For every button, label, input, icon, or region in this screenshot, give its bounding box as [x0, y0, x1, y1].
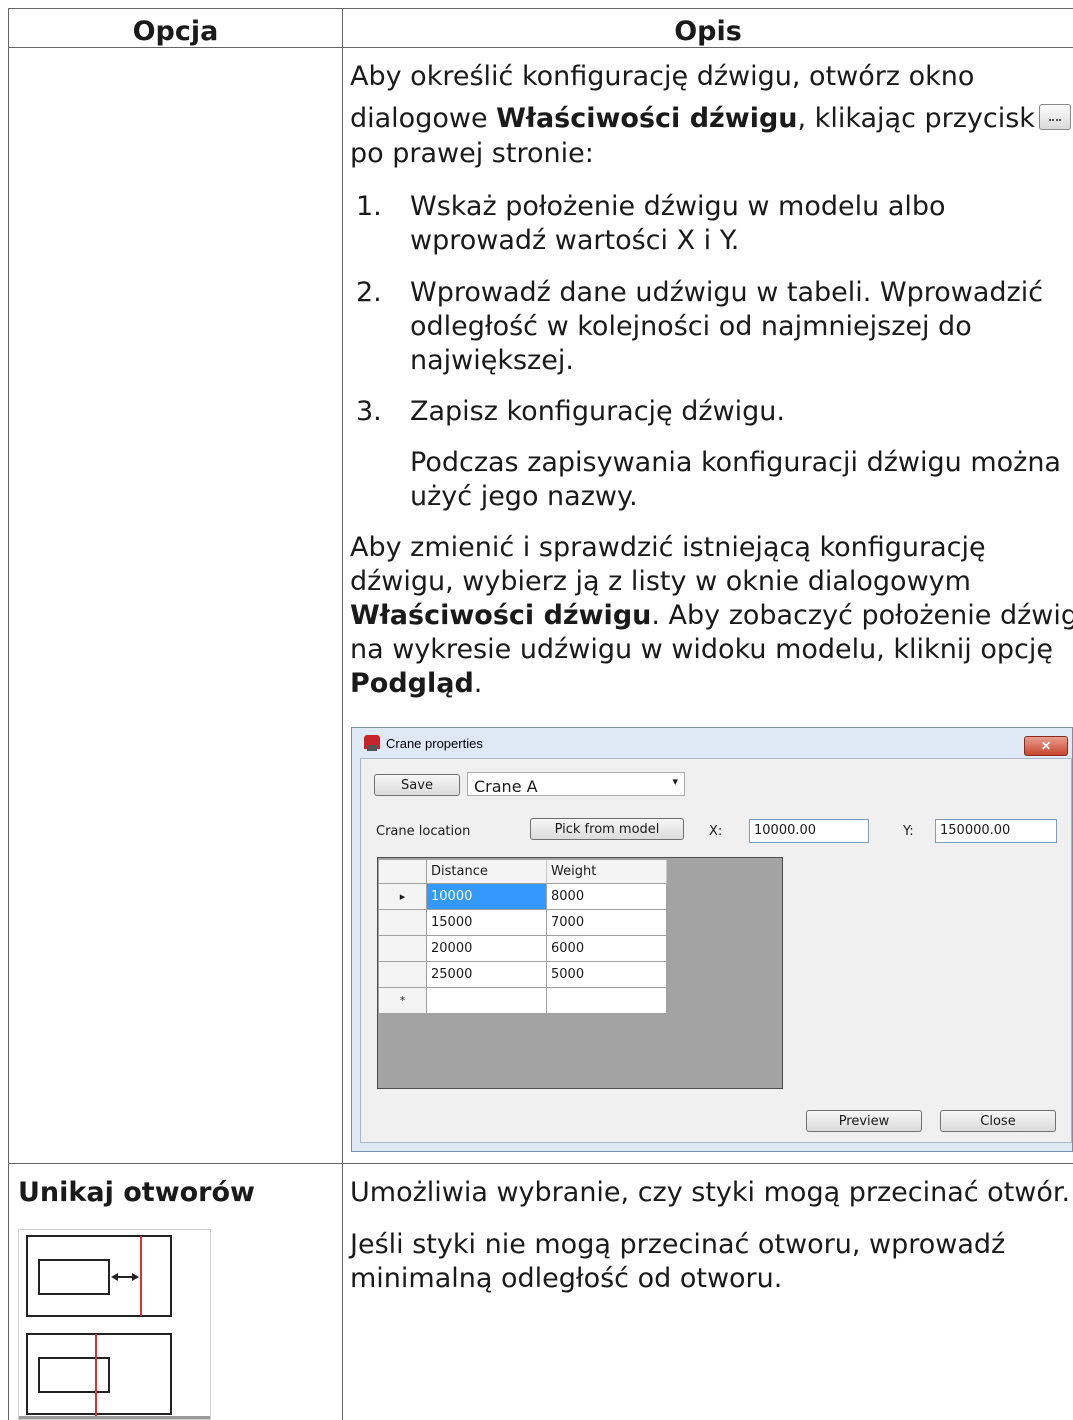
grid-cell[interactable]: 20000 [427, 936, 547, 962]
para2-line-2: dźwigu, wybierz ją z listy w oknie dialo… [350, 566, 971, 597]
grid-cell-new[interactable] [547, 988, 667, 1014]
grid-cell[interactable]: 8000 [547, 884, 667, 910]
crane-select[interactable]: Crane A ▾ [467, 772, 685, 796]
desc-line-2: Jeśli styki nie mogą przecinać otworu, w… [350, 1229, 1006, 1260]
current-row-indicator-icon[interactable]: ▸ [379, 884, 427, 910]
para2-line-5: Podgląd. [350, 668, 483, 699]
step-3-line-1: Zapisz konfigurację dźwigu. [410, 396, 785, 427]
step-number: 2. [356, 277, 382, 308]
option-avoid-holes: Unikaj otworów [18, 1177, 255, 1208]
grid-cell[interactable]: 7000 [547, 910, 667, 936]
grid-header-weight[interactable]: Weight [547, 860, 667, 884]
step-3-note-line-2: użyć jego nazwy. [410, 481, 638, 512]
crane-select-value: Crane A [474, 777, 538, 796]
row-header[interactable] [379, 936, 427, 962]
para2-line-3: Właściwości dźwigu. Aby zobaczyć położen… [350, 600, 1073, 631]
y-label: Y: [903, 824, 914, 839]
desc-line-3: minimalną odległość od otworu. [350, 1263, 783, 1294]
ellipsis-button-icon [1038, 104, 1071, 130]
new-row-icon[interactable]: * [379, 988, 427, 1014]
hole-outline-2 [38, 1357, 110, 1393]
dialog-name-bold: Właściwości dźwigu [496, 103, 798, 134]
options-table: Opcja Opis Aby określić konfigurację dźw… [0, 0, 1073, 1420]
x-label: X: [709, 824, 723, 839]
save-button[interactable]: Save [374, 774, 460, 796]
table-header-divider [8, 47, 1073, 48]
grid-cell[interactable]: 6000 [547, 936, 667, 962]
table-border-left [8, 8, 9, 1420]
intro-line-1: Aby określić konfigurację dźwigu, otwórz… [350, 61, 975, 92]
step-3-note-line-1: Podczas zapisywania konfiguracji dźwigu … [410, 447, 1061, 478]
crane-app-icon [364, 735, 380, 751]
hole-outline [38, 1259, 110, 1295]
step-2-line-2: odległość w kolejności od najmniejszej d… [410, 311, 972, 342]
step-number: 1. [356, 191, 382, 222]
intro-line-2: dialogowe Właściwości dźwigu, klikając p… [350, 101, 1071, 137]
preview-button[interactable]: Preview [806, 1110, 922, 1132]
grid-cell[interactable]: 10000 [427, 884, 547, 910]
row-header[interactable] [379, 910, 427, 936]
header-description: Opis [674, 16, 742, 47]
step-number: 3. [356, 396, 382, 427]
grid-cell[interactable]: 25000 [427, 962, 547, 988]
close-button[interactable]: Close [940, 1110, 1056, 1132]
header-option: Opcja [132, 16, 219, 47]
para2-line-4: na wykresie udźwigu w widoku modelu, kli… [350, 634, 1054, 665]
crane-location-label: Crane location [376, 824, 471, 839]
intro-line-3: po prawej stronie: [350, 138, 594, 169]
chevron-down-icon: ▾ [672, 775, 678, 788]
table-row-divider [8, 1163, 1073, 1164]
row-header[interactable] [379, 962, 427, 988]
step-1-line-2: wprowadź wartości X i Y. [410, 225, 740, 256]
grid-cell[interactable]: 5000 [547, 962, 667, 988]
pick-from-model-button[interactable]: Pick from model [530, 818, 684, 840]
close-icon[interactable]: ✕ [1024, 736, 1068, 756]
y-coordinate-input[interactable]: 150000.00 [935, 819, 1057, 843]
x-coordinate-input[interactable]: 10000.00 [749, 819, 869, 843]
grid-cell-new[interactable] [427, 988, 547, 1014]
grid-header-distance[interactable]: Distance [427, 860, 547, 884]
desc-line-1: Umożliwia wybranie, czy styki mogą przec… [350, 1177, 1071, 1208]
avoid-holes-diagram [19, 1235, 210, 1419]
avoid-holes-figure [18, 1229, 211, 1420]
para2-line-1: Aby zmienić i sprawdzić istniejącą konfi… [350, 532, 986, 563]
step-2-line-1: Wprowadź dane udźwigu w tabeli. Wprowadz… [410, 277, 1044, 308]
table-column-divider [342, 8, 343, 1420]
grid-corner-header [379, 860, 427, 884]
step-2-line-3: największej. [410, 345, 574, 376]
dialog-title: Crane properties [386, 736, 483, 751]
step-1-line-1: Wskaż położenie dźwigu w modelu albo [410, 191, 946, 222]
grid-cell[interactable]: 15000 [427, 910, 547, 936]
